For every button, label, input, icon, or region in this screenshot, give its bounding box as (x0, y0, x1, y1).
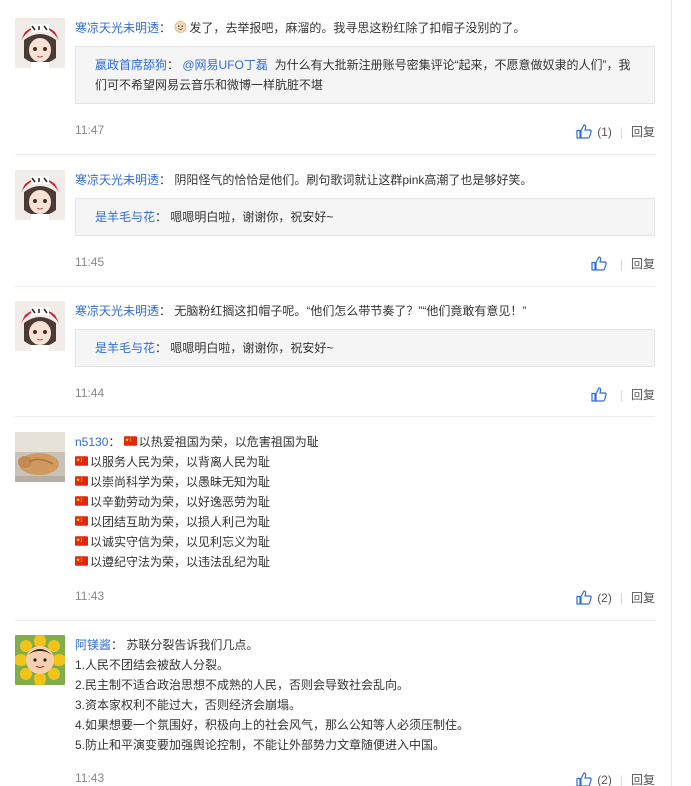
comment-meta: 11:43 (2) | 回复 (75, 589, 655, 605)
comment-time: 11:43 (75, 589, 105, 603)
comment-text-line: 5.防止和平演变要加强舆论控制，不能让外部势力文章随便进入中国。 (75, 738, 446, 752)
reply-text: 嗯嗯明白啦，谢谢你，祝安好~ (170, 210, 334, 224)
thumbs-up-icon[interactable] (576, 124, 592, 139)
comment-text-line: 以热爱祖国为荣，以危害祖国为耻 (138, 435, 319, 449)
thumbs-up-icon[interactable] (576, 772, 592, 786)
colon: ： (167, 58, 180, 72)
reply-button[interactable]: 回复 (631, 255, 655, 272)
comment-username[interactable]: 寒凉天光未明透 (75, 304, 159, 318)
china-flag-icon (123, 436, 137, 446)
page-edge (676, 0, 691, 786)
avatar[interactable] (15, 301, 65, 351)
comment-divider (15, 286, 655, 287)
quoted-reply: 嬴政首席舔狗： @网易UFO丁磊 为什么有大批新注册账号密集评论“起来，不愿意做… (75, 46, 655, 104)
comment-text-line: 2.民主制不适合政治思想不成熟的人民，否则会导致社会乱向。 (75, 678, 410, 692)
comment-meta: 11:45 | 回复 (75, 255, 655, 271)
thumbs-up-icon[interactable] (576, 590, 592, 605)
comment-time: 11:45 (75, 255, 105, 269)
china-flag-icon (75, 496, 88, 506)
comment-text-line: 以辛勤劳动为荣，以好逸恶劳为耻 (90, 495, 271, 509)
reply-text: 为什么有大批新注册账号密集评论“起来，不愿意做奴隶的人们”，我 (274, 58, 631, 72)
avatar[interactable] (15, 170, 65, 220)
comment-text-line: 以团结互助为荣，以损人利己为耻 (90, 515, 271, 529)
divider: | (619, 256, 623, 271)
comment-username[interactable]: n5130 (75, 435, 108, 449)
reply-text: 嗯嗯明白啦，谢谢你，祝安好~ (170, 341, 334, 355)
comment-text-line: 苏联分裂告诉我们几点。 (126, 638, 259, 652)
colon: ： (159, 304, 172, 318)
reply-username[interactable]: 是羊毛与花 (95, 210, 155, 224)
comment-divider (15, 416, 655, 417)
quoted-reply: 是羊毛与花： 嗯嗯明白啦，谢谢你，祝安好~ (75, 198, 655, 236)
divider: | (619, 387, 623, 402)
comment-divider (15, 154, 655, 155)
comment-list: 寒凉天光未明透： 发了，去举报吧，麻溜的。我寻思这粉红除了扣帽子没别的了。 嬴政… (0, 0, 672, 786)
divider: | (619, 124, 623, 139)
comment-meta: 11:44 | 回复 (75, 386, 655, 402)
like-count: (1) (597, 124, 612, 139)
comment-username[interactable]: 阿镁酱 (75, 638, 111, 652)
china-flag-icon (75, 456, 88, 466)
comment-text-line: 以服务人民为荣，以背离人民为耻 (90, 455, 271, 469)
avatar[interactable] (15, 635, 65, 685)
quoted-reply: 是羊毛与花： 嗯嗯明白啦，谢谢你，祝安好~ (75, 329, 655, 367)
china-flag-icon (75, 516, 88, 526)
china-flag-icon (75, 536, 88, 546)
like-count: (2) (597, 590, 612, 605)
comment-text-line: 以诚实守信为荣，以见利忘义为耻 (90, 535, 271, 549)
comment-text-line: 1.人民不团结会被敌人分裂。 (75, 658, 230, 672)
comment-meta: 11:47 (1) | 回复 (75, 123, 655, 139)
china-flag-icon (75, 476, 88, 486)
comment-username[interactable]: 寒凉天光未明透 (75, 21, 159, 35)
colon: ： (159, 173, 172, 187)
reply-button[interactable]: 回复 (631, 123, 655, 140)
colon: ： (108, 435, 121, 449)
thumbs-up-icon[interactable] (591, 387, 607, 402)
comment-text: 阴阳怪气的恰恰是他们。刷句歌词就让这群pink高潮了也是够好笑。 (174, 173, 533, 187)
comment-text-line: 以崇尚科学为荣，以愚昧无知为耻 (90, 475, 271, 489)
comment-text-line: 3.资本家权利不能过大，否则经济会崩塌。 (75, 698, 302, 712)
reply-text: 们可不希望网易云音乐和微博一样肮脏不堪 (95, 78, 324, 92)
reply-button[interactable]: 回复 (631, 771, 655, 786)
like-count: (2) (597, 772, 612, 786)
divider: | (619, 590, 623, 605)
reply-username[interactable]: 是羊毛与花 (95, 341, 155, 355)
comment-time: 11:43 (75, 771, 105, 785)
comment-text: 发了，去举报吧，麻溜的。我寻思这粉红除了扣帽子没别的了。 (189, 21, 526, 35)
comment-text: 无脑粉红搁这扣帽子呢。“他们怎么带节奏了？”“他们竟敢有意见！” (174, 304, 527, 318)
reply-button[interactable]: 回复 (631, 589, 655, 606)
colon: ： (159, 21, 172, 35)
reply-username[interactable]: 嬴政首席舔狗 (95, 58, 167, 72)
divider: | (619, 772, 623, 786)
colon: ： (111, 638, 124, 652)
avatar[interactable] (15, 18, 65, 68)
reply-button[interactable]: 回复 (631, 386, 655, 403)
comment-username[interactable]: 寒凉天光未明透 (75, 173, 159, 187)
comment-time: 11:47 (75, 123, 105, 137)
mention-link[interactable]: @网易UFO丁磊 (182, 58, 268, 72)
comment-text-line: 4.如果想要一个氛围好，积极向上的社会风气，那么公知等人必须压制住。 (75, 718, 470, 732)
thumbs-up-icon[interactable] (591, 256, 607, 271)
comment-text-line: 以遵纪守法为荣，以违法乱纪为耻 (90, 555, 271, 569)
colon: ： (155, 341, 168, 355)
smiley-face-icon (175, 21, 187, 33)
comment-meta: 11:43 (2) | 回复 (75, 771, 655, 786)
comment-time: 11:44 (75, 386, 105, 400)
colon: ： (155, 210, 168, 224)
comment-divider (15, 620, 655, 621)
china-flag-icon (75, 556, 88, 566)
